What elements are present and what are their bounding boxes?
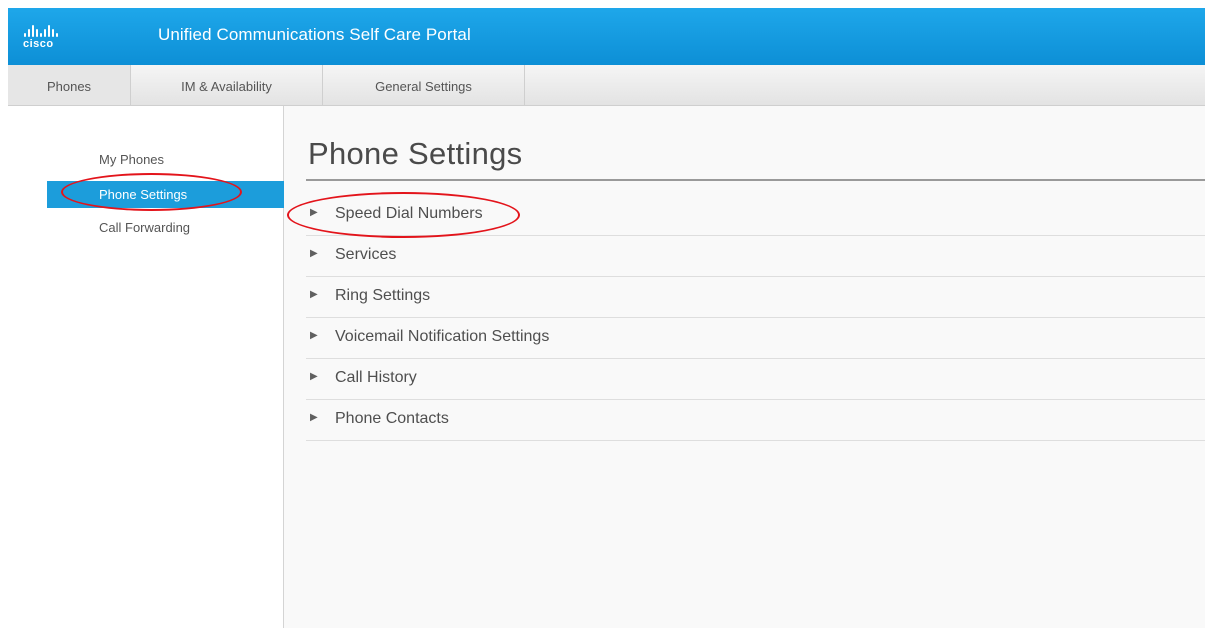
app-title: Unified Communications Self Care Portal [158,25,471,44]
settings-section-list: ▶ Speed Dial Numbers ▶ Services ▶ Ring S… [306,195,1205,441]
section-services[interactable]: ▶ Services [306,236,1205,277]
page-title: Phone Settings [308,136,523,171]
section-speed-dial-numbers[interactable]: ▶ Speed Dial Numbers [306,195,1205,236]
triangle-right-icon: ▶ [310,207,318,218]
section-voicemail-notification-settings[interactable]: ▶ Voicemail Notification Settings [306,318,1205,359]
triangle-right-icon: ▶ [310,248,318,259]
sidebar-nav: My Phones Phone Settings Call Forwarding [0,106,284,628]
section-phone-contacts[interactable]: ▶ Phone Contacts [306,400,1205,441]
cisco-logo-text: cisco [23,38,54,50]
sidebar-item-call-forwarding[interactable]: Call Forwarding [47,214,284,241]
tab-im-availability[interactable]: IM & Availability [131,65,323,105]
cisco-logo: cisco [20,8,80,65]
triangle-right-icon: ▶ [310,371,318,382]
sidebar-item-my-phones[interactable]: My Phones [47,146,284,173]
section-label: Ring Settings [335,287,431,304]
section-label: Call History [335,369,417,386]
cisco-bars-icon [24,25,60,37]
section-label: Speed Dial Numbers [335,205,483,222]
section-label: Phone Contacts [335,410,449,427]
section-label: Voicemail Notification Settings [335,328,550,345]
sidebar-item-phone-settings[interactable]: Phone Settings [47,181,284,208]
main-tab-bar: Phones IM & Availability General Setting… [8,65,1205,106]
section-label: Services [335,246,397,263]
app-header: cisco Unified Communications Self Care P… [8,8,1205,65]
tab-general-settings[interactable]: General Settings [323,65,525,105]
section-ring-settings[interactable]: ▶ Ring Settings [306,277,1205,318]
main-content: Phone Settings ▶ Speed Dial Numbers ▶ Se… [284,106,1205,628]
tab-phones[interactable]: Phones [8,65,131,105]
section-call-history[interactable]: ▶ Call History [306,359,1205,400]
title-divider [306,179,1205,181]
triangle-right-icon: ▶ [310,289,318,300]
triangle-right-icon: ▶ [310,330,318,341]
self-care-portal-page: cisco Unified Communications Self Care P… [0,0,1205,628]
triangle-right-icon: ▶ [310,412,318,423]
